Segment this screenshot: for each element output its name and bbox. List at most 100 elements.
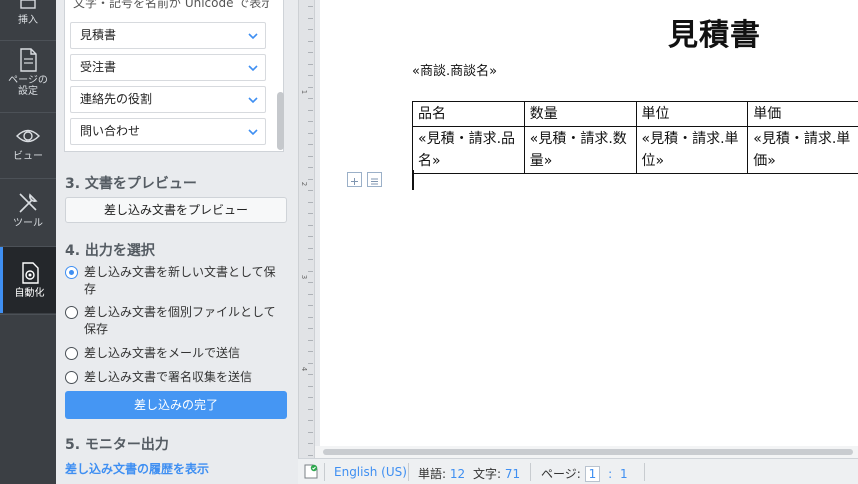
table-cell[interactable]: «見積・請求.数量» — [523, 126, 637, 174]
ruler-tick — [308, 41, 313, 42]
ruler-tick — [308, 282, 313, 283]
document-status-icon[interactable] — [304, 464, 318, 479]
scrollbar-thumb[interactable] — [323, 449, 853, 455]
rail-automation-label: 自動化 — [14, 288, 45, 299]
output-option-email[interactable]: 差し込み文書をメールで送信 — [65, 345, 287, 362]
tools-icon — [19, 193, 38, 213]
ruler-tick — [308, 179, 313, 180]
output-option-label: 差し込み文書を新しい文書として保存 — [84, 265, 276, 296]
ruler-tick — [308, 248, 313, 249]
radio-icon[interactable] — [65, 347, 78, 360]
ruler-tick — [308, 225, 313, 226]
list-item-label: 連絡先の役割 — [80, 92, 153, 106]
complete-merge-button[interactable]: 差し込みの完了 — [65, 391, 287, 419]
list-top-text: 文字・記号を名前が Unicode で表示 — [73, 0, 269, 10]
chars-label: 文字: — [472, 467, 502, 481]
ruler-tick — [308, 167, 313, 168]
table-header-cell[interactable]: 品名 — [412, 101, 525, 127]
page-indicator: ページ: 1 : 1 — [541, 465, 628, 482]
preview-merge-button[interactable]: 差し込み文書をプレビュー — [65, 197, 287, 223]
section-preview-title: 3. 文書をプレビュー — [65, 176, 197, 192]
ruler-tick — [308, 409, 313, 410]
page-total: 1 — [619, 467, 628, 481]
merge-field-deal-name[interactable]: «商談.商談名» — [412, 60, 497, 79]
insert-icon — [20, 0, 36, 9]
ruler-tick — [308, 363, 313, 364]
ruler-tick — [308, 305, 313, 306]
list-scrollbar[interactable] — [277, 92, 284, 150]
output-option-label: 差し込み文書を個別ファイルとして保存 — [84, 305, 276, 336]
table-row: «見積・請求.品名» «見積・請求.数量» «見積・請求.単位» «見積・請求.… — [412, 126, 858, 174]
table-cell[interactable]: «見積・請求.品名» — [412, 126, 525, 174]
ruler-tick — [308, 443, 313, 444]
page-label: ページ: — [541, 467, 581, 481]
radio-icon[interactable] — [65, 306, 78, 319]
table-cell[interactable]: «見積・請求.単価» — [747, 126, 858, 174]
table-header-cell[interactable]: 数量 — [523, 101, 637, 127]
rail-insert-label: 挿入 — [18, 15, 38, 26]
rail-insert[interactable]: 挿入 — [0, 0, 56, 40]
ruler-tick — [308, 328, 313, 329]
ruler-tick — [308, 236, 313, 237]
output-option-signature[interactable]: 差し込み文書で署名収集を送信 — [65, 369, 287, 386]
section-monitor-title: 5. モニター出力 — [65, 437, 169, 453]
ruler-tick — [308, 98, 313, 99]
output-option-separate-files[interactable]: 差し込み文書を個別ファイルとして保存 — [65, 304, 287, 338]
quote-table: 品名 数量 単位 単価 «見積・請求.品名» «見積・請求.数量» «見積・請求… — [412, 101, 858, 174]
ruler-tick — [308, 374, 313, 375]
document-page[interactable]: 見積書 «商談.商談名» 品名 数量 単位 単価 «見積・請求.品名» «見積・… — [320, 0, 858, 446]
ruler-number: 2 — [300, 181, 309, 187]
ruler-tick — [308, 213, 313, 214]
rail-automation[interactable]: 自動化 — [0, 247, 56, 313]
ruler-number: 1 — [300, 89, 309, 95]
document-area: 見積書 «商談.商談名» 品名 数量 単位 単価 «見積・請求.品名» «見積・… — [315, 0, 858, 458]
radio-selected-icon[interactable] — [65, 266, 78, 279]
page-current-input[interactable]: 1 — [584, 466, 601, 482]
language-selector[interactable]: English (US) — [334, 465, 407, 479]
rail-page-setup-label: ページの 設定 — [8, 75, 48, 97]
automation-icon — [21, 262, 39, 284]
ruler-tick — [308, 351, 313, 352]
table-header-cell[interactable]: 単価 — [747, 101, 858, 127]
app-window: 挿入 ページの 設定 ビュー ツール 自動化 文字・記号を名前が Unicode… — [0, 0, 858, 484]
text-cursor — [412, 170, 414, 190]
list-item[interactable]: 連絡先の役割 — [70, 86, 266, 113]
left-rail: 挿入 ページの 設定 ビュー ツール 自動化 — [0, 0, 56, 484]
ruler-tick — [308, 432, 313, 433]
table-header-cell[interactable]: 単位 — [635, 101, 749, 127]
list-item[interactable]: 問い合わせ — [70, 118, 266, 145]
rail-view[interactable]: ビュー — [0, 124, 56, 172]
status-bar: English (US) 単語: 12 文字: 71 ページ: 1 : 1 — [298, 458, 858, 484]
rail-tools-label: ツール — [13, 218, 43, 229]
table-header-row: 品名 数量 単位 単価 — [412, 101, 858, 127]
word-count: 単語: 12 文字: 71 — [418, 465, 520, 482]
add-row-icon[interactable] — [347, 172, 362, 187]
ruler-tick — [308, 133, 313, 134]
ruler-tick — [308, 156, 313, 157]
output-option-new-document[interactable]: 差し込み文書を新しい文書として保存 — [65, 264, 287, 298]
ruler-tick — [308, 87, 313, 88]
horizontal-scrollbar[interactable] — [315, 446, 858, 458]
ruler-number: 4 — [300, 366, 309, 372]
list-item-label: 見積書 — [80, 28, 117, 42]
ruler-tick — [308, 110, 313, 111]
radio-icon[interactable] — [65, 371, 78, 384]
ruler-number: 3 — [300, 274, 309, 280]
ruler-tick — [308, 18, 313, 19]
chevron-down-icon — [248, 129, 258, 136]
list-item[interactable]: 見積書 — [70, 22, 266, 49]
rail-page-setup[interactable]: ページの 設定 — [0, 48, 56, 108]
merge-history-link[interactable]: 差し込み文書の履歴を表示 — [65, 460, 209, 477]
list-item[interactable]: 受注書 — [70, 54, 266, 81]
eye-icon — [16, 129, 40, 143]
ruler-tick — [308, 202, 313, 203]
ruler-tick — [308, 121, 313, 122]
ruler-tick — [308, 294, 313, 295]
rail-tools[interactable]: ツール — [0, 191, 56, 239]
vertical-ruler: 1 2 3 4 — [298, 0, 315, 458]
table-cell[interactable]: «見積・請求.単位» — [635, 126, 749, 174]
row-menu-icon[interactable] — [367, 172, 382, 187]
output-option-label: 差し込み文書で署名収集を送信 — [84, 370, 253, 384]
output-option-label: 差し込み文書をメールで送信 — [84, 346, 241, 360]
ruler-tick — [308, 259, 313, 260]
